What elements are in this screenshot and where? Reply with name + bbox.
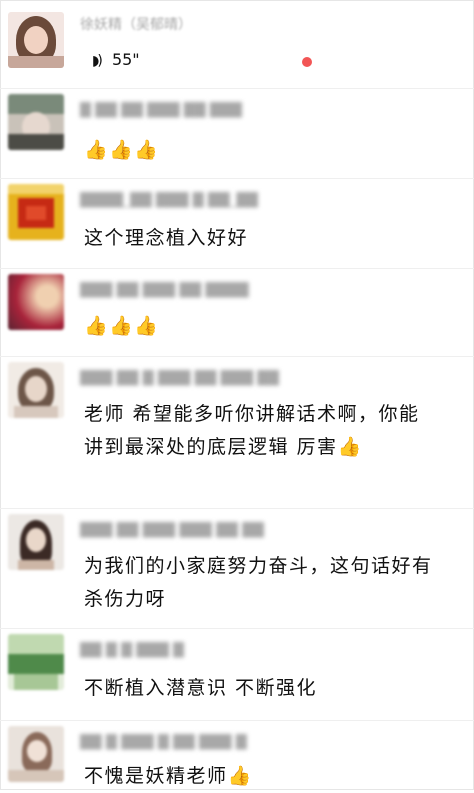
sender-name: ██ █ █ ███ █ xyxy=(80,642,184,658)
comment-text: 👍👍👍 xyxy=(84,315,160,337)
avatar[interactable] xyxy=(8,514,64,570)
divider xyxy=(0,268,474,269)
voice-message-bubble[interactable]: ◗) 55" xyxy=(92,50,140,69)
divider xyxy=(0,508,474,509)
comment-item: ██ █ ███ █ ██ ███ █ 不愧是妖精老师👍 xyxy=(0,726,474,790)
sender-name: ██ █ ███ █ ██ ███ █ xyxy=(80,734,247,750)
sender-name: ███ ██ ███ ███ ██ ██ xyxy=(80,522,264,538)
avatar[interactable] xyxy=(8,634,64,690)
avatar[interactable] xyxy=(8,362,64,418)
comment-item: ███ ██ ███ ███ ██ ██ 为我们的小家庭努力奋斗，这句话好有杀伤… xyxy=(0,514,474,624)
divider xyxy=(0,88,474,89)
avatar[interactable] xyxy=(8,12,64,68)
unread-indicator xyxy=(302,57,312,67)
comment-text: 为我们的小家庭努力奋斗，这句话好有杀伤力呀 xyxy=(84,555,433,610)
comment-item: ███ ██ ███ ██ ████ 👍👍👍 xyxy=(0,274,474,358)
sender-name: ███ ██ █ ███ ██ ███ ██ xyxy=(80,370,279,386)
comment-text: 老师 希望能多听你讲解话术啊，你能讲到最深处的底层逻辑 厉害👍 xyxy=(84,403,420,458)
avatar[interactable] xyxy=(8,274,64,330)
comment-item: ████_██ ███ █ ██_██ 这个理念植入好好 xyxy=(0,184,474,268)
comment-text: 这个理念植入好好 xyxy=(84,227,249,249)
sender-name: ████_██ ███ █ ██_██ xyxy=(80,192,259,208)
avatar[interactable] xyxy=(8,94,64,150)
divider xyxy=(0,628,474,629)
comment-text: 不断植入潜意识 不断强化 xyxy=(84,677,318,699)
avatar[interactable] xyxy=(8,184,64,240)
voice-duration: 55" xyxy=(111,50,140,69)
sender-name: █ ██ ██ ███ ██ ███ xyxy=(80,102,243,118)
comment-item: █ ██ ██ ███ ██ ███ 👍👍👍 xyxy=(0,94,474,178)
comment-item: ███ ██ █ ███ ██ ███ ██ 老师 希望能多听你讲解话术啊，你能… xyxy=(0,362,474,502)
comment-item: ██ █ █ ███ █ 不断植入潜意识 不断强化 xyxy=(0,634,474,718)
sender-name: 徐妖精（吴郁晴） xyxy=(80,17,192,30)
divider xyxy=(0,720,474,721)
divider xyxy=(0,178,474,179)
message-voice: 徐妖精（吴郁晴） ◗) 55" xyxy=(0,0,474,80)
comment-text: 不愧是妖精老师👍 xyxy=(84,765,253,787)
comment-text: 👍👍👍 xyxy=(84,139,160,161)
avatar[interactable] xyxy=(8,726,64,782)
sender-name: ███ ██ ███ ██ ████ xyxy=(80,282,249,298)
divider xyxy=(0,356,474,357)
sound-wave-icon: ◗) xyxy=(92,53,103,69)
